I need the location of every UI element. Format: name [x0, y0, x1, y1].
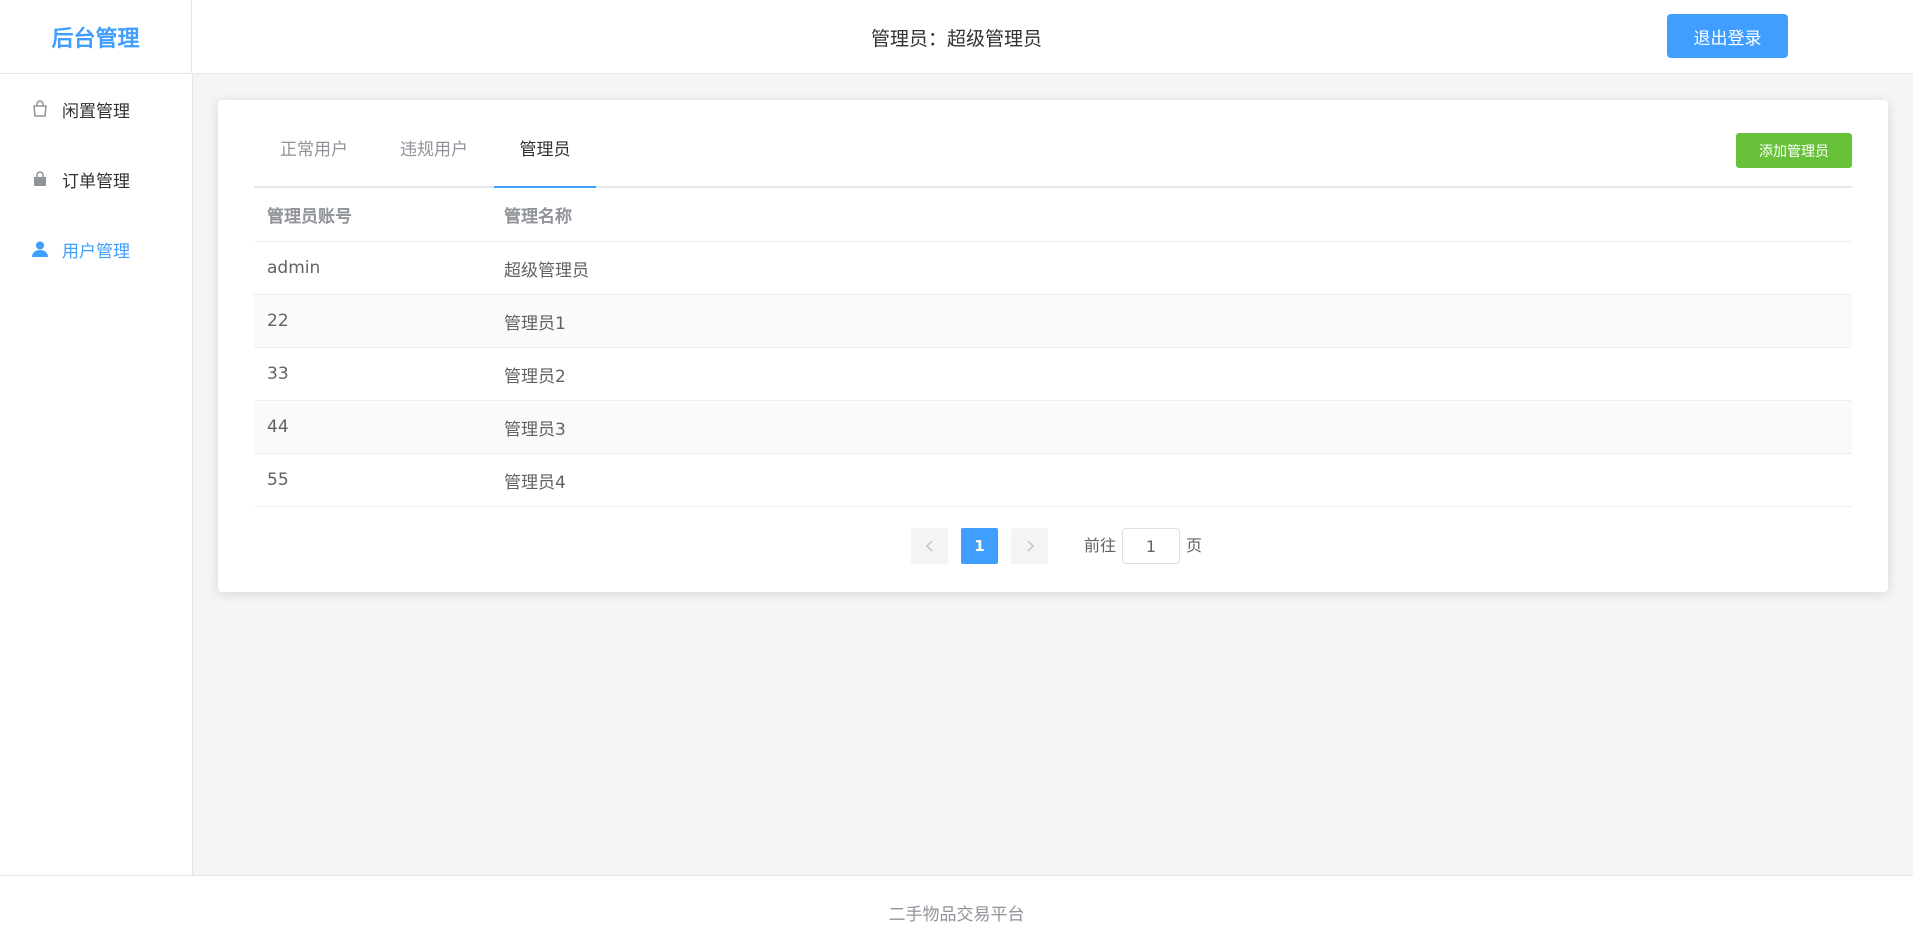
pagination: 1 前往 页 — [218, 528, 1888, 564]
account-cell: admin — [267, 258, 321, 278]
sidebar-item-orders[interactable]: 订单管理 — [0, 144, 192, 214]
account-cell: 33 — [267, 364, 289, 384]
sidebar-item-label: 用户管理 — [62, 241, 130, 262]
lock-bag-icon — [30, 169, 50, 189]
name-cell: 管理员3 — [504, 419, 566, 440]
chevron-left-icon — [925, 537, 935, 556]
column-header-account: 管理员账号 — [267, 207, 352, 227]
goto-suffix: 页 — [1186, 536, 1203, 555]
table-row[interactable]: 33 管理员2 — [254, 348, 1852, 401]
account-cell: 22 — [267, 311, 289, 331]
logout-button[interactable]: 退出登录 — [1667, 14, 1788, 58]
admin-table: 管理员账号 管理名称 admin 超级管理员 22 管理员1 33 管理员2 4… — [254, 188, 1852, 507]
user-tabs: 正常用户 违规用户 管理员 — [254, 126, 1852, 188]
sidebar-item-label: 订单管理 — [62, 171, 130, 192]
sidebar-item-users[interactable]: 用户管理 — [0, 214, 192, 284]
footer: 二手物品交易平台 — [0, 875, 1913, 949]
app-logo: 后台管理 — [0, 0, 192, 74]
sidebar-item-idle-items[interactable]: 闲置管理 — [0, 74, 192, 144]
prev-page-button[interactable] — [911, 528, 948, 564]
top-header: 后台管理 管理员：超级管理员 退出登录 — [0, 0, 1913, 74]
sidebar: 闲置管理 订单管理 用户管理 — [0, 74, 193, 875]
page-number-button[interactable]: 1 — [961, 528, 998, 564]
table-row[interactable]: 22 管理员1 — [254, 295, 1852, 348]
add-admin-button[interactable]: 添加管理员 — [1736, 133, 1852, 168]
sidebar-item-label: 闲置管理 — [62, 101, 130, 122]
account-cell: 44 — [267, 417, 289, 437]
chevron-right-icon — [1025, 537, 1035, 556]
table-header: 管理员账号 管理名称 — [254, 188, 1852, 242]
user-icon — [30, 239, 50, 259]
account-cell: 55 — [267, 470, 289, 490]
name-cell: 超级管理员 — [504, 260, 589, 281]
table-row[interactable]: 55 管理员4 — [254, 454, 1852, 507]
tab-violation-users[interactable]: 违规用户 — [374, 126, 494, 188]
admin-label: 管理员：超级管理员 — [870, 27, 1042, 50]
next-page-button[interactable] — [1011, 528, 1048, 564]
shopping-bag-icon — [30, 99, 50, 119]
name-cell: 管理员1 — [504, 313, 566, 334]
table-row[interactable]: 44 管理员3 — [254, 401, 1852, 454]
goto-page-input[interactable] — [1122, 528, 1180, 564]
name-cell: 管理员2 — [504, 366, 566, 387]
tab-normal-users[interactable]: 正常用户 — [254, 126, 374, 188]
column-header-name: 管理名称 — [504, 207, 572, 227]
name-cell: 管理员4 — [504, 472, 566, 493]
goto-prefix: 前往 — [1084, 536, 1117, 555]
table-row[interactable]: admin 超级管理员 — [254, 242, 1852, 295]
tab-admins[interactable]: 管理员 — [494, 126, 596, 188]
admin-card: 正常用户 违规用户 管理员 添加管理员 管理员账号 管理名称 admin 超级管… — [218, 100, 1888, 592]
